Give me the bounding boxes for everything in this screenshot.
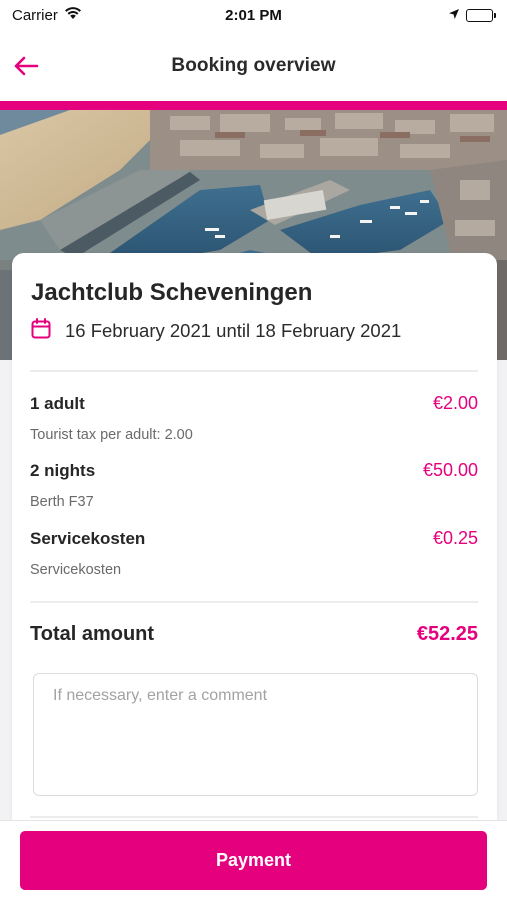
line-item-price: €2.00 bbox=[432, 393, 478, 413]
line-item-subtitle: Berth F37 bbox=[30, 494, 94, 510]
status-bar: Carrier 2:01 PM bbox=[0, 0, 507, 30]
total-row: Total amount €52.25 bbox=[30, 623, 478, 646]
nav-bar: Booking overview bbox=[0, 30, 507, 101]
bottom-bar: Payment bbox=[0, 820, 507, 900]
line-item: 2 nights €50.00 Berth F37 bbox=[30, 460, 478, 510]
booking-card: Jachtclub Scheveningen 16 February 2021 … bbox=[12, 253, 497, 893]
booking-dates: 16 February 2021 until 18 February 2021 bbox=[65, 320, 402, 341]
payment-button[interactable]: Payment bbox=[20, 831, 487, 890]
page-title: Booking overview bbox=[171, 54, 336, 76]
line-item-title: Servicekosten bbox=[30, 529, 146, 548]
line-item-title: 1 adult bbox=[30, 394, 85, 413]
arrow-left-icon bbox=[13, 56, 39, 81]
wifi-icon bbox=[64, 6, 82, 24]
total-label: Total amount bbox=[30, 623, 155, 645]
accent-divider bbox=[0, 101, 507, 110]
marina-name: Jachtclub Scheveningen bbox=[31, 279, 313, 306]
line-item: 1 adult €2.00 Tourist tax per adult: 2.0… bbox=[30, 393, 478, 443]
location-arrow-icon bbox=[448, 7, 460, 24]
line-item-price: €0.25 bbox=[432, 528, 478, 548]
divider bbox=[30, 370, 478, 372]
status-right bbox=[448, 7, 496, 24]
divider bbox=[30, 601, 478, 603]
date-row: 16 February 2021 until 18 February 2021 bbox=[31, 318, 401, 344]
status-left: Carrier bbox=[12, 6, 82, 24]
line-item-title: 2 nights bbox=[30, 461, 96, 480]
comment-field[interactable] bbox=[33, 673, 478, 796]
line-item: Servicekosten €0.25 Servicekosten bbox=[30, 528, 478, 578]
line-item-subtitle: Servicekosten bbox=[30, 562, 122, 578]
carrier-label: Carrier bbox=[12, 6, 58, 24]
calendar-icon bbox=[31, 318, 51, 344]
battery-icon bbox=[466, 8, 496, 22]
line-item-price: €50.00 bbox=[422, 460, 478, 480]
back-button[interactable] bbox=[8, 50, 44, 86]
divider bbox=[30, 816, 478, 818]
line-item-subtitle: Tourist tax per adult: 2.00 bbox=[30, 427, 193, 443]
total-value: €52.25 bbox=[416, 623, 478, 645]
